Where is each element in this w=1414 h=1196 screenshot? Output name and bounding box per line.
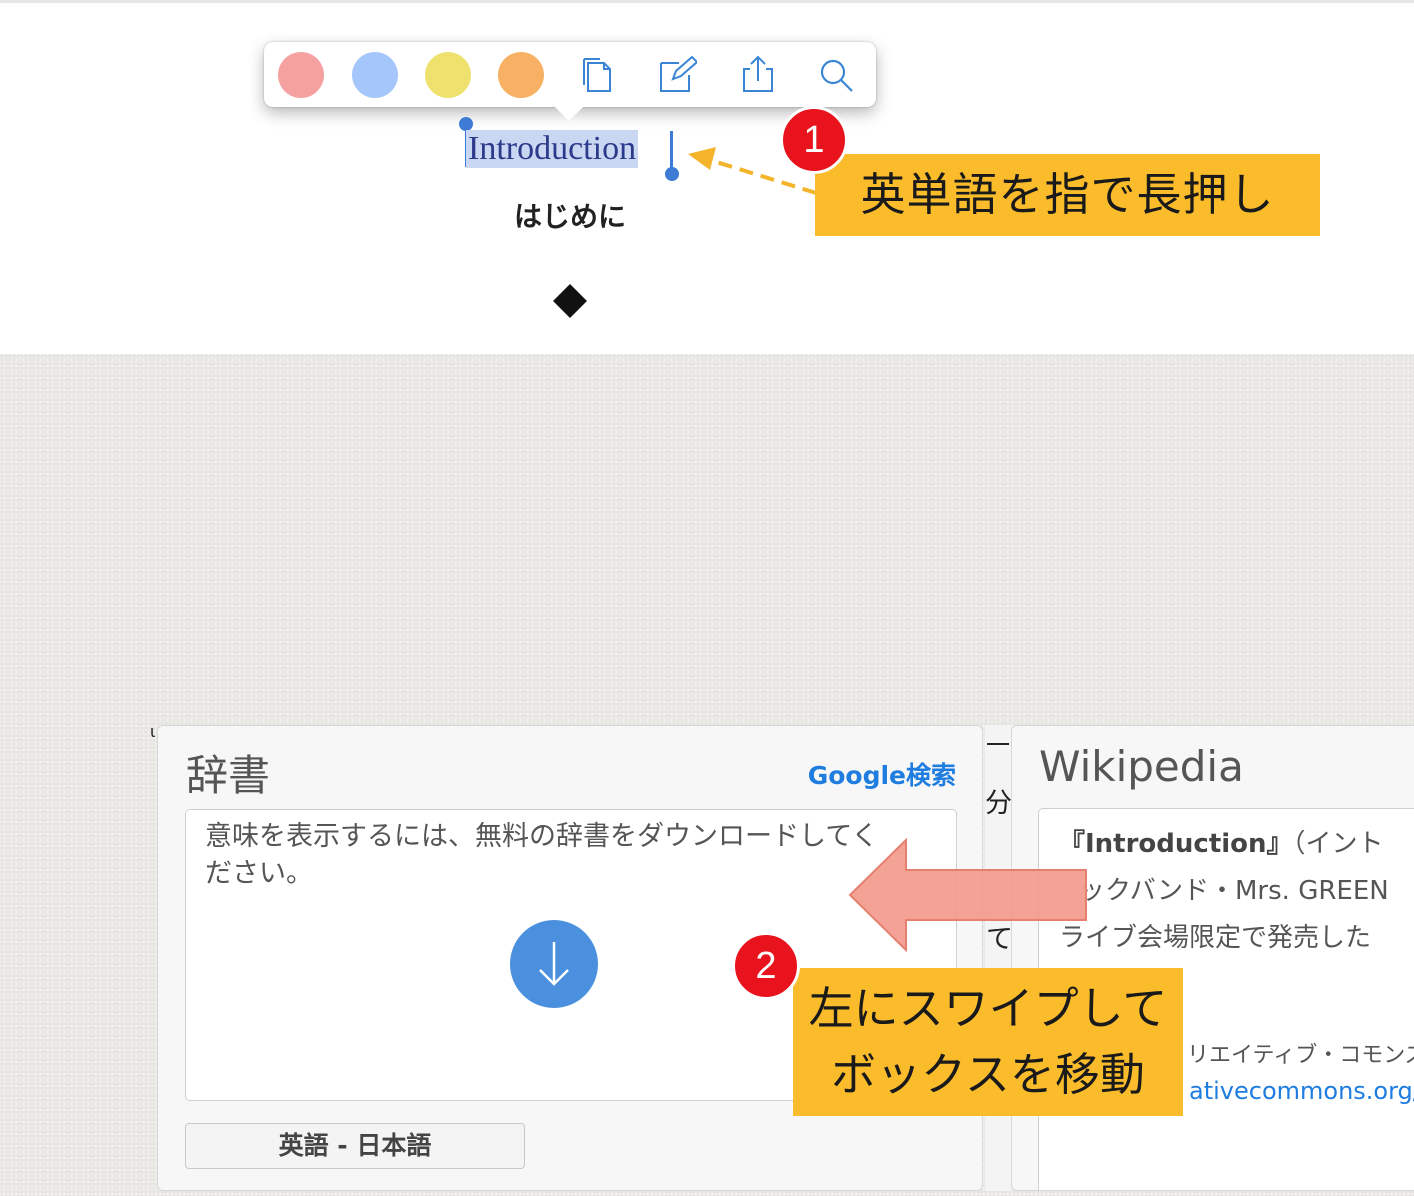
- wikipedia-title: Wikipedia: [1039, 742, 1244, 791]
- dictionary-card[interactable]: 辞書 Google検索 意味を表示するには、無料の辞書をダウンロードしてください…: [157, 725, 983, 1191]
- page-strip-glyph-2: 分: [985, 788, 1012, 819]
- download-dictionary-button[interactable]: [510, 920, 598, 1008]
- highlight-orange-button[interactable]: [498, 52, 544, 98]
- page-edge-mark: ι: [150, 722, 156, 741]
- wikipedia-line-1-rest: （イント: [1292, 829, 1384, 859]
- copy-icon[interactable]: [578, 55, 618, 95]
- highlight-toolbar: [264, 42, 876, 121]
- step-badge-2: 2: [732, 932, 800, 1000]
- page-strip: 一 分 て: [985, 725, 1013, 1191]
- swipe-left-arrow: [848, 838, 1087, 952]
- wikipedia-line-2: ックバンド・Mrs. GREEN: [1079, 876, 1389, 906]
- callout-step-2-line-1: 左にスワイプして: [808, 982, 1168, 1035]
- share-icon[interactable]: [738, 55, 778, 95]
- dictionary-message: 意味を表示するには、無料の辞書をダウンロードしてください。: [205, 821, 879, 889]
- callout-step-1: 英単語を指で長押し: [815, 154, 1320, 236]
- book-page-top: Introduction はじめに 英単語を指で長押し 1: [0, 0, 1414, 354]
- wikipedia-term: 『Introduction』: [1059, 829, 1293, 859]
- selected-word[interactable]: Introduction: [466, 130, 639, 168]
- page-strip-glyph-1: 一: [986, 731, 1010, 759]
- dictionary-title: 辞書: [186, 751, 271, 800]
- wikipedia-card[interactable]: Wikipedia 『Introduction』（イント ックバンド・Mrs. …: [1011, 725, 1414, 1191]
- chapter-subtitle: はじめに: [513, 200, 626, 233]
- step-badge-1: 1: [780, 106, 848, 174]
- callout-step-2: 左にスワイプして ボックスを移動: [793, 968, 1183, 1116]
- google-search-link[interactable]: Google検索: [808, 756, 956, 792]
- highlight-blue-button[interactable]: [352, 52, 398, 98]
- wikipedia-license-link[interactable]: ativecommons.org/lic: [1189, 1077, 1414, 1105]
- download-arrow-icon: [539, 942, 569, 986]
- toolbar-pointer: [554, 106, 584, 121]
- selection-end-handle[interactable]: [665, 167, 679, 181]
- ornament-diamond: [553, 284, 587, 318]
- wikipedia-line-3: ライブ会場限定で発売した: [1059, 923, 1372, 953]
- highlight-red-button[interactable]: [278, 52, 324, 98]
- highlight-yellow-button[interactable]: [425, 52, 471, 98]
- wikipedia-line-4: リエイティブ・コモンズ: [1187, 1043, 1414, 1068]
- search-icon[interactable]: [816, 55, 856, 95]
- callout-step-2-line-2: ボックスを移動: [831, 1048, 1145, 1101]
- note-icon[interactable]: [657, 55, 699, 95]
- wikipedia-line-1: 『Introduction』（イント: [1059, 823, 1384, 860]
- language-selector[interactable]: 英語 - 日本語: [185, 1123, 525, 1169]
